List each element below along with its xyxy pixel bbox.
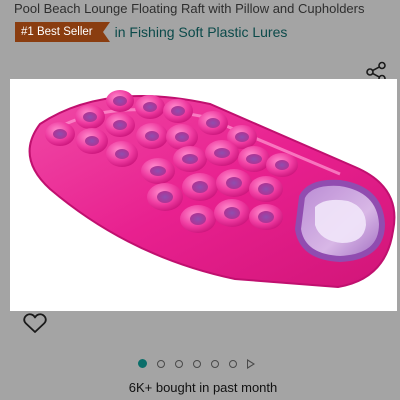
carousel-dot-6[interactable] [229,359,237,368]
carousel-dot-4[interactable] [193,359,201,368]
heart-outline-icon[interactable] [22,311,48,335]
carousel-dot-2[interactable] [157,359,165,368]
carousel-dot-1[interactable] [138,359,147,368]
best-seller-badge[interactable]: #1 Best Seller [15,22,110,42]
image-carousel-indicator [138,357,255,370]
best-seller-row: #1 Best Seller in Fishing Soft Plastic L… [15,22,287,42]
play-icon[interactable] [247,358,255,369]
best-seller-category-link[interactable]: in Fishing Soft Plastic Lures [115,22,288,42]
bought-in-past-month: 6K+ bought in past month [128,380,278,395]
product-image[interactable] [10,79,397,311]
pool-raft-image [28,90,396,289]
product-title: Pool Beach Lounge Floating Raft with Pil… [14,1,365,16]
carousel-dot-5[interactable] [211,359,219,368]
carousel-dot-3[interactable] [175,359,183,368]
